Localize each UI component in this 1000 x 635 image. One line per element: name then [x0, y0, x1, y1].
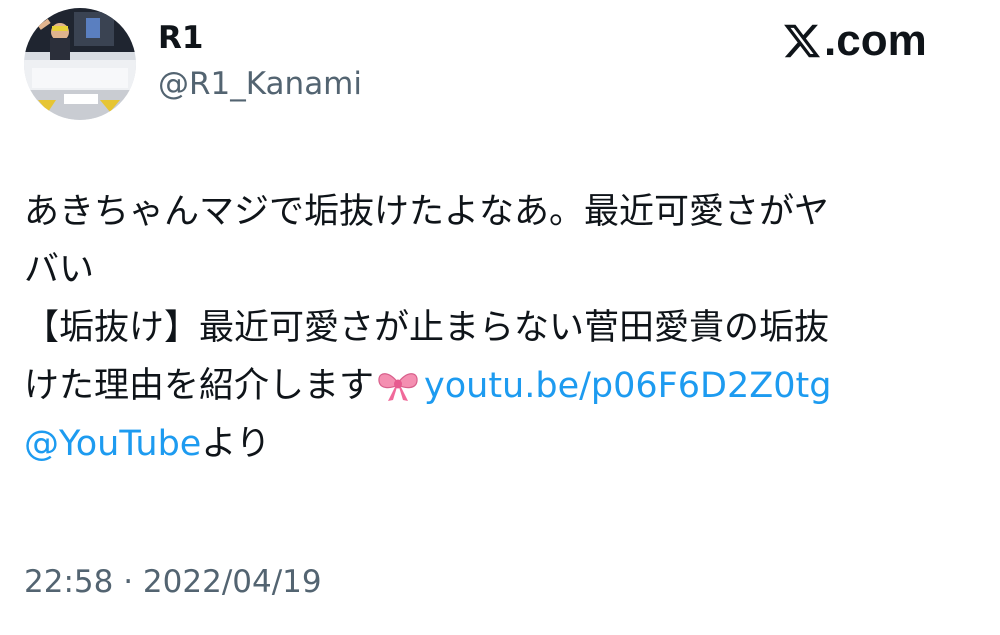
x-domain-suffix: .com: [824, 16, 927, 65]
tweet-date: 2022/04/19: [142, 564, 322, 600]
x-logo: .com: [782, 16, 927, 66]
tweet-timestamp[interactable]: 22:58 · 2022/04/19: [24, 562, 322, 602]
avatar[interactable]: [24, 8, 136, 120]
tweet-time: 22:58: [24, 564, 114, 600]
tweet-line-with-link: けた理由を紹介します youtu.be/p06F6D2Z0tg: [24, 357, 964, 415]
mention-suffix: より: [201, 424, 271, 464]
timestamp-separator: ·: [123, 564, 134, 600]
tweet-line: あきちゃんマジで垢抜けたよなあ。最近可愛さがヤ: [24, 192, 830, 232]
tweet-line-text: けた理由を紹介します: [24, 366, 375, 406]
tweet-line: バい: [24, 250, 95, 290]
display-name[interactable]: R1: [158, 18, 203, 58]
x-logo-icon: [784, 24, 821, 58]
user-handle[interactable]: @R1_Kanami: [158, 64, 362, 104]
ribbon-icon: [376, 363, 420, 421]
avatar-image: [24, 8, 136, 120]
youtube-link[interactable]: youtu.be/p06F6D2Z0tg: [424, 366, 831, 406]
tweet-line: @YouTubeより: [24, 415, 964, 473]
youtube-mention[interactable]: @YouTube: [24, 424, 201, 464]
tweet-card: R1 @R1_Kanami .com あきちゃんマジで垢抜けたよなあ。最近可愛さ…: [0, 0, 1000, 635]
tweet-text: あきちゃんマジで垢抜けたよなあ。最近可愛さがヤ バい 【垢抜け】最近可愛さが止ま…: [24, 183, 964, 473]
tweet-line: 【垢抜け】最近可愛さが止まらない菅田愛貴の垢抜: [24, 308, 830, 348]
